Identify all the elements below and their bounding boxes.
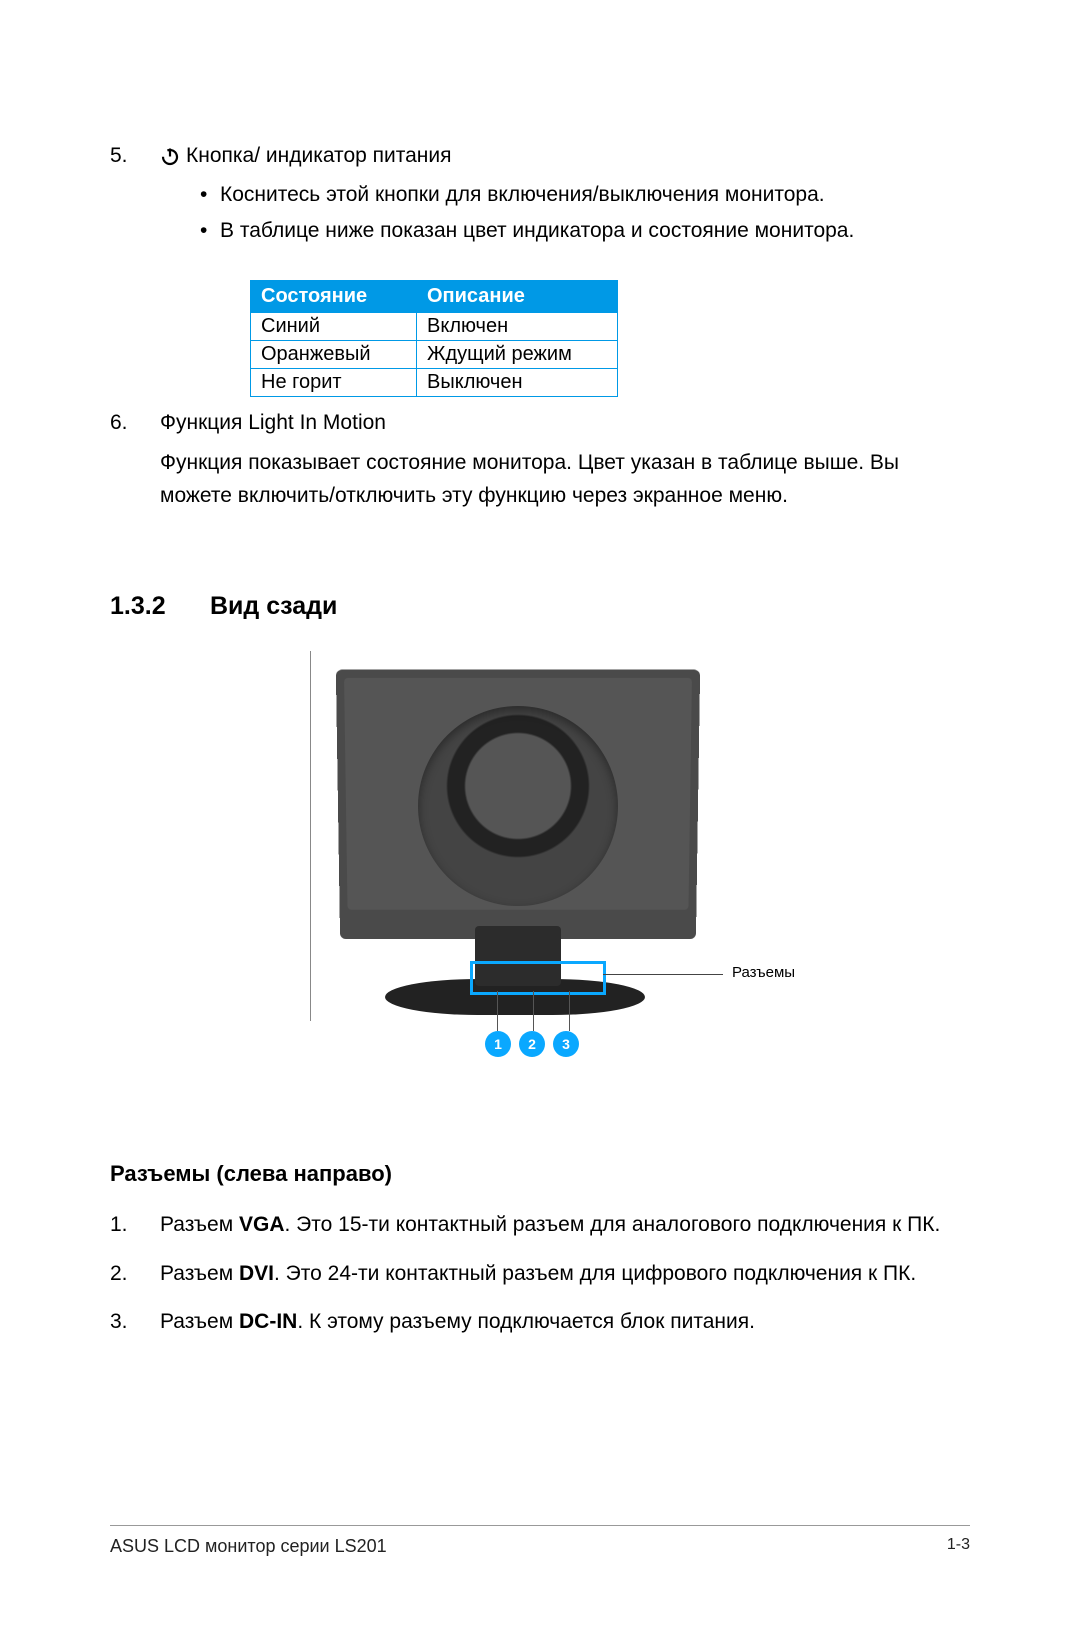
connectors-heading: Разъемы (слева направо) — [110, 1161, 970, 1187]
table-row: Не горит Выключен — [251, 368, 618, 396]
table-cell: Ждущий режим — [417, 340, 618, 368]
text: . К этому разъему подключается блок пита… — [297, 1310, 755, 1333]
connectors-list: 1. Разъем VGA. Это 15-ти контактный разъ… — [110, 1209, 970, 1339]
section-number: 1.3.2 — [110, 592, 210, 621]
callout-line — [603, 974, 723, 975]
list-body: Функция Light In Motion Функция показыва… — [160, 407, 970, 513]
list-item-6: 6. Функция Light In Motion Функция показ… — [110, 407, 970, 513]
monitor-ring — [418, 706, 618, 906]
list-number: 5. — [110, 140, 160, 252]
page: 5. Кнопка/ индикатор питания Коснитесь э… — [0, 0, 1080, 1627]
bullet: В таблице ниже показан цвет индикатора и… — [200, 215, 970, 248]
list-body: Кнопка/ индикатор питания Коснитесь этой… — [160, 140, 970, 252]
item6-title: Функция Light In Motion — [160, 407, 970, 440]
status-table: Состояние Описание Синий Включен Оранжев… — [250, 280, 618, 397]
table-cell: Выключен — [417, 368, 618, 396]
list-number: 1. — [110, 1209, 160, 1242]
text: . Это 24-ти контактный разъем для цифров… — [274, 1262, 916, 1285]
lead-line — [533, 991, 534, 1031]
section-title: Вид сзади — [210, 592, 337, 621]
figure-number: 2 — [519, 1031, 545, 1057]
item5-title-line: Кнопка/ индикатор питания — [160, 140, 970, 173]
connector-name: DVI — [239, 1262, 274, 1285]
list-body: Разъем DVI. Это 24-ти контактный разъем … — [160, 1258, 970, 1291]
figure-number: 3 — [553, 1031, 579, 1057]
list-item-5: 5. Кнопка/ индикатор питания Коснитесь э… — [110, 140, 970, 252]
page-number: 1-3 — [947, 1536, 970, 1557]
table-cell: Не горит — [251, 368, 417, 396]
lead-line — [497, 991, 498, 1031]
list-body: Разъем VGA. Это 15-ти контактный разъем … — [160, 1209, 970, 1242]
text: . Это 15-ти контактный разъем для аналог… — [285, 1213, 941, 1236]
figure-number: 1 — [485, 1031, 511, 1057]
rear-view-figure: Разъемы 1 2 3 — [260, 651, 820, 1071]
connector-item: 3. Разъем DC-IN. К этому разъему подключ… — [110, 1306, 970, 1339]
connector-item: 2. Разъем DVI. Это 24-ти контактный разъ… — [110, 1258, 970, 1291]
connector-name: DC-IN — [239, 1310, 297, 1333]
page-footer: ASUS LCD монитор серии LS201 1-3 — [110, 1525, 970, 1557]
table-header-row: Состояние Описание — [251, 280, 618, 312]
text: Разъем — [160, 1262, 239, 1285]
bullet: Коснитесь этой кнопки для включения/выкл… — [200, 179, 970, 212]
callout-label: Разъемы — [732, 964, 795, 981]
table-row: Оранжевый Ждущий режим — [251, 340, 618, 368]
connector-name: VGA — [239, 1213, 285, 1236]
table-header: Состояние — [251, 280, 417, 312]
section-heading: 1.3.2 Вид сзади — [110, 592, 970, 621]
footer-left: ASUS LCD монитор серии LS201 — [110, 1536, 387, 1557]
list-number: 2. — [110, 1258, 160, 1291]
table-cell: Оранжевый — [251, 340, 417, 368]
table-cell: Синий — [251, 312, 417, 340]
text: Разъем — [160, 1310, 239, 1333]
connector-item: 1. Разъем VGA. Это 15-ти контактный разъ… — [110, 1209, 970, 1242]
lead-line — [569, 991, 570, 1031]
figure-divider — [310, 651, 311, 1021]
text: Разъем — [160, 1213, 239, 1236]
list-body: Разъем DC-IN. К этому разъему подключает… — [160, 1306, 970, 1339]
item5-bullets: Коснитесь этой кнопки для включения/выкл… — [160, 179, 970, 248]
table-cell: Включен — [417, 312, 618, 340]
connector-highlight — [470, 961, 606, 995]
power-icon — [160, 146, 180, 166]
item5-title: Кнопка/ индикатор питания — [186, 140, 452, 173]
list-number: 3. — [110, 1306, 160, 1339]
table-header: Описание — [417, 280, 618, 312]
list-number: 6. — [110, 407, 160, 513]
item6-desc: Функция показывает состояние монитора. Ц… — [160, 447, 970, 512]
table-row: Синий Включен — [251, 312, 618, 340]
figure-number-circles: 1 2 3 — [485, 1031, 579, 1057]
